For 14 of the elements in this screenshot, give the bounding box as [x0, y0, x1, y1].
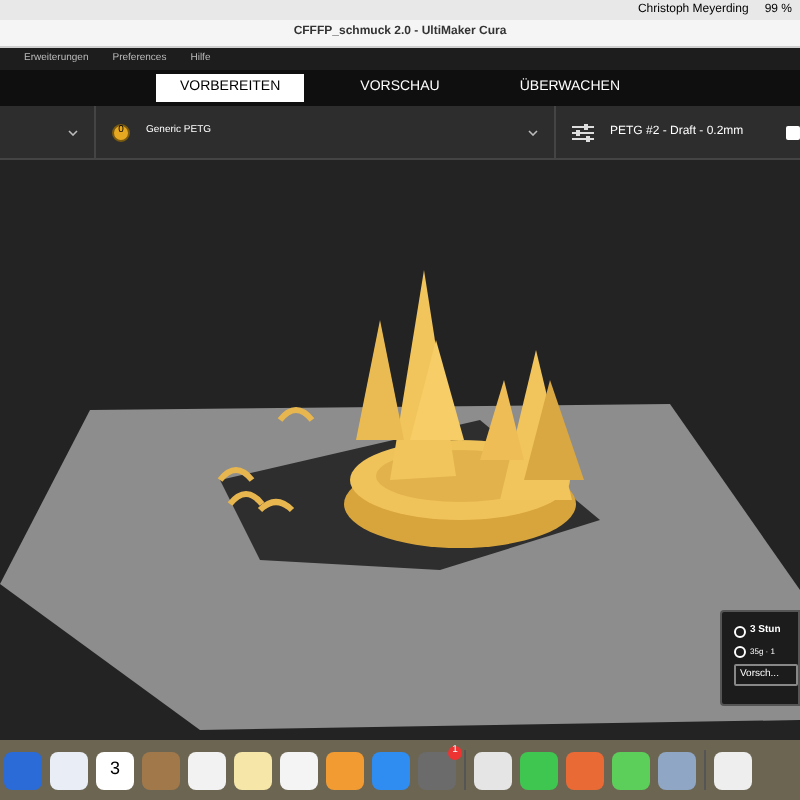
app-icon[interactable]: [188, 751, 226, 789]
chevron-down-icon[interactable]: [68, 129, 78, 135]
app-icon[interactable]: [326, 751, 364, 789]
app-icon[interactable]: [714, 751, 752, 789]
app-icon[interactable]: [474, 751, 512, 789]
calendar-icon[interactable]: 3: [96, 751, 134, 789]
app-icon[interactable]: [658, 751, 696, 789]
app-icon[interactable]: [50, 751, 88, 789]
sliders-icon: [572, 123, 594, 141]
app-icon[interactable]: [612, 751, 650, 789]
chevron-down-icon[interactable]: [528, 129, 538, 135]
app-icon[interactable]: [280, 751, 318, 789]
app-icon[interactable]: [520, 751, 558, 789]
app-icon[interactable]: [234, 751, 272, 789]
